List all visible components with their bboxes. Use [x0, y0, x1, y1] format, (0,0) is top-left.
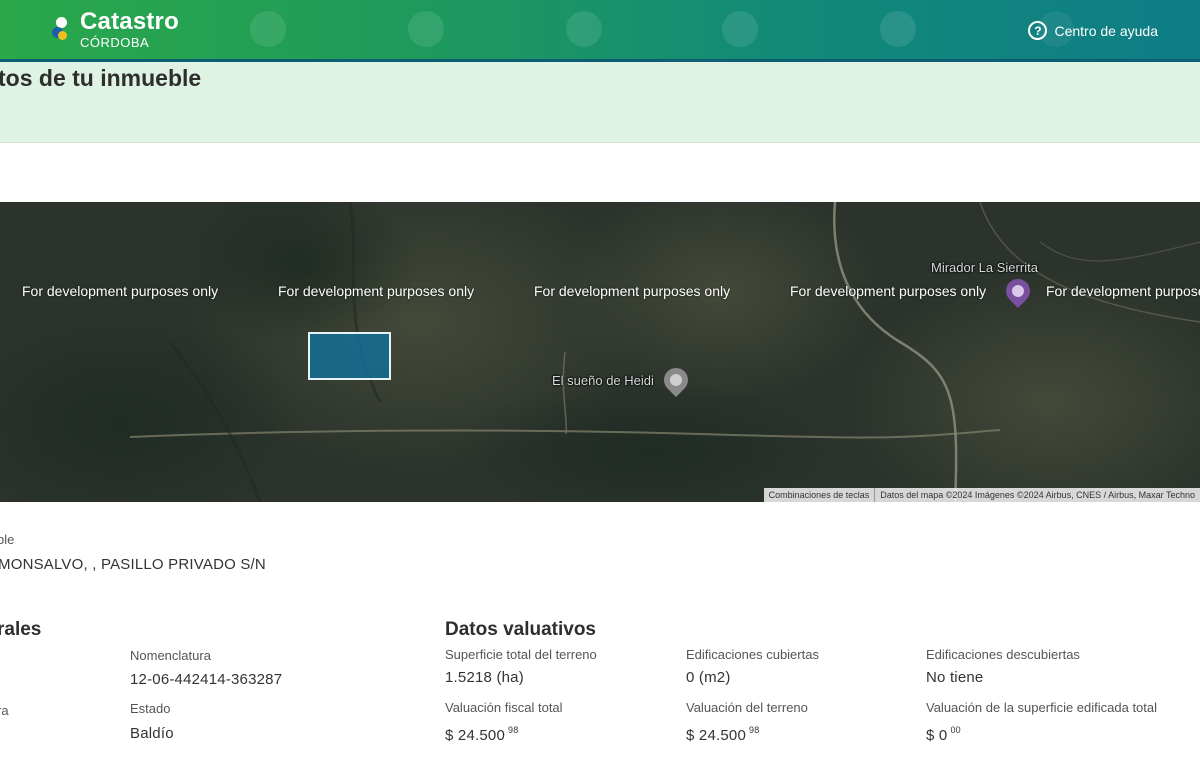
valuacion-fiscal-cents: 98 [508, 725, 519, 735]
superficie-value: 1.5218 (ha) [445, 669, 524, 686]
question-icon: ? [1028, 21, 1048, 40]
estado-label: Estado [130, 701, 171, 716]
poi-label-mirador[interactable]: Mirador La Sierrita [931, 260, 1038, 275]
valuation-section-title: Datos valuativos [445, 619, 596, 640]
general-side-label: ra [0, 703, 9, 718]
general-section-title: rales [0, 619, 42, 640]
map-watermark: For development purposes only [534, 283, 731, 299]
estado-value: Baldío [130, 725, 174, 742]
help-center-label: Centro de ayuda [1054, 22, 1158, 39]
valuacion-edificada-cents: 00 [950, 725, 961, 735]
valuacion-edificada-value: $ 0 00 [926, 725, 961, 744]
help-center-link[interactable]: ? Centro de ayuda [1028, 21, 1158, 40]
brand-title: Catastro [80, 8, 179, 35]
page-title-band: tos de tu inmueble [0, 62, 1200, 143]
catastro-logo[interactable]: Catastro CÓRDOBA [50, 10, 179, 49]
valuacion-terreno-value: $ 24.500 98 [686, 725, 760, 744]
map-watermark: For development purposes only [278, 283, 475, 299]
address-value: MONSALVO, , PASILLO PRIVADO S/N [0, 556, 266, 573]
header-decoration [0, 0, 1200, 59]
valuacion-terreno-cents: 98 [749, 725, 760, 735]
edif-cubiertas-value: 0 (m2) [686, 669, 731, 686]
address-label: ble [0, 532, 15, 547]
nomenclatura-value: 12-06-442414-363287 [130, 671, 283, 688]
poi-label-heidi[interactable]: El sueño de Heidi [552, 373, 654, 388]
satellite-map[interactable]: For development purposes only For develo… [0, 202, 1200, 502]
valuacion-edificada-label: Valuación de la superficie edificada tot… [926, 700, 1158, 715]
superficie-label: Superficie total del terreno [445, 647, 597, 662]
map-watermark: For development purposes only [1046, 283, 1200, 299]
map-imagery [0, 202, 1200, 502]
map-watermark: For development purposes only [790, 283, 987, 299]
top-header: Catastro CÓRDOBA ? Centro de ayuda [0, 0, 1200, 62]
valuacion-fiscal-value: $ 24.500 98 [445, 725, 519, 744]
map-data-credit: Datos del mapa ©2024 Imágenes ©2024 Airb… [874, 488, 1200, 502]
edif-cubiertas-label: Edificaciones cubiertas [686, 647, 819, 662]
keyboard-shortcuts-link[interactable]: Combinaciones de teclas [763, 488, 875, 502]
parcel-polygon[interactable] [308, 332, 391, 380]
edif-descubiertas-label: Edificaciones descubiertas [926, 647, 1080, 662]
valuacion-fiscal-label: Valuación fiscal total [445, 700, 563, 715]
map-watermark: For development purposes only [22, 283, 219, 299]
map-attribution: Combinaciones de teclas Datos del mapa ©… [763, 488, 1200, 502]
edif-descubiertas-value: No tiene [926, 669, 984, 686]
brand-subtitle: CÓRDOBA [80, 35, 150, 50]
logo-mark-icon [50, 15, 72, 45]
page-title: tos de tu inmueble [0, 65, 202, 91]
nomenclatura-label: Nomenclatura [130, 648, 211, 663]
valuacion-terreno-label: Valuación del terreno [686, 700, 808, 715]
